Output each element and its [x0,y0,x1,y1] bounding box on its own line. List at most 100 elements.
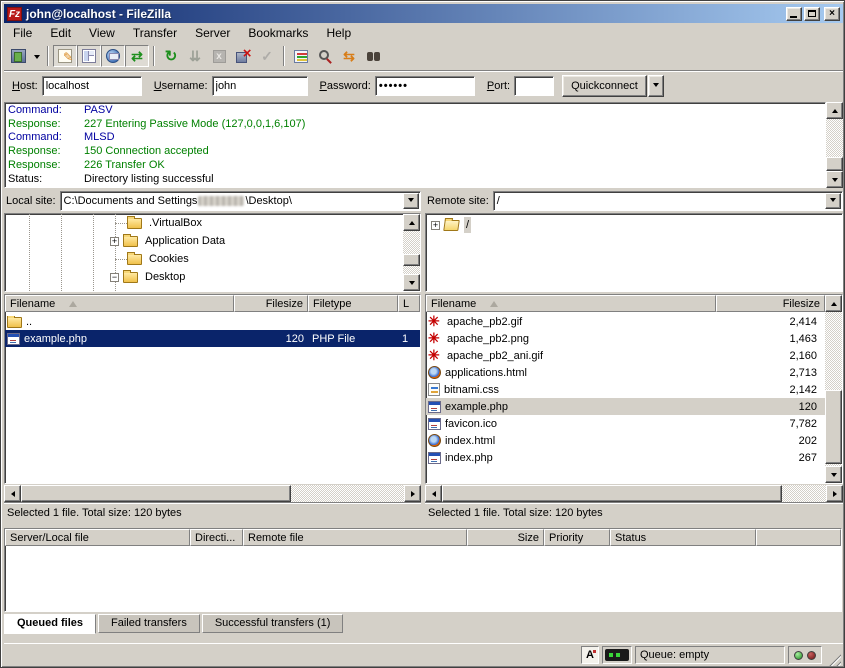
menu-view[interactable]: View [80,24,124,42]
tab-failed-transfers[interactable]: Failed transfers [98,614,200,633]
scroll-up-button[interactable] [826,102,843,119]
scroll-thumb[interactable] [21,485,291,502]
maximize-button[interactable] [804,7,820,21]
tree-item-desktop[interactable]: − Desktop [110,268,187,286]
scroll-down-button[interactable] [825,466,842,483]
resize-grip[interactable] [826,651,841,666]
disconnect-button[interactable] [231,45,255,67]
local-directory-tree[interactable]: .VirtualBox + Application Data Cookies −… [4,213,421,292]
toggle-remote-tree-button[interactable] [101,45,125,67]
menu-edit[interactable]: Edit [41,24,80,42]
tab-successful-transfers[interactable]: Successful transfers (1) [202,614,344,633]
site-manager-dropdown[interactable] [30,45,43,67]
site-manager-button[interactable] [6,45,30,67]
remote-directory-tree[interactable]: + / [425,213,843,292]
scroll-left-button[interactable] [425,485,442,502]
scroll-right-button[interactable] [404,485,421,502]
reconnect-button[interactable]: ✓ [255,45,279,67]
column-header-filesize[interactable]: Filesize [234,295,308,312]
file-row[interactable]: bitnami.css 2,142 [426,381,842,398]
column-header-direction[interactable]: Directi... [190,529,243,546]
scroll-thumb[interactable] [825,390,842,464]
menu-transfer[interactable]: Transfer [124,24,186,42]
column-header-filename[interactable]: Filename [426,295,716,312]
local-site-dropdown[interactable] [403,193,419,209]
column-header-priority[interactable]: Priority [544,529,610,546]
tree-item-cookies[interactable]: Cookies [127,250,191,268]
remote-list-scrollbar[interactable] [825,295,842,483]
remote-site-combo[interactable]: / [493,191,843,211]
scroll-down-button[interactable] [826,171,843,188]
local-site-combo[interactable]: C:\Documents and Settings\Desktop\ [60,191,421,211]
username-input[interactable] [212,76,308,96]
toggle-message-log-button[interactable] [53,45,77,67]
collapse-icon[interactable]: − [110,273,119,282]
transfer-queue[interactable]: Server/Local file Directi... Remote file… [4,528,842,612]
close-button[interactable]: × [824,7,840,21]
tree-item-virtualbox[interactable]: .VirtualBox [127,214,204,232]
password-input[interactable] [375,76,475,96]
file-row[interactable]: apache_pb2.png 1,463 [426,330,842,347]
column-header-filename[interactable]: Filename [5,295,234,312]
scroll-right-button[interactable] [826,485,843,502]
file-row-example-php[interactable]: example.php 120 PHP File 1 [5,330,420,347]
column-header-lastmodified[interactable]: L [398,295,420,312]
scroll-track[interactable] [403,231,420,274]
column-header-remote-file[interactable]: Remote file [243,529,467,546]
remote-file-list[interactable]: Filename Filesize apache_pb2.gif 2,414 a… [425,294,843,484]
filter-button[interactable] [289,45,313,67]
message-log: Command:PASV Response:227 Entering Passi… [4,102,826,188]
menu-bookmarks[interactable]: Bookmarks [239,24,317,42]
find-files-button[interactable] [361,45,385,67]
local-hscrollbar[interactable] [4,485,421,502]
scroll-down-button[interactable] [403,274,420,291]
column-header-status[interactable]: Status [610,529,756,546]
scroll-thumb[interactable] [403,254,420,266]
remote-hscrollbar[interactable] [425,485,843,502]
menu-server[interactable]: Server [186,24,239,42]
refresh-button[interactable]: ↻ [159,45,183,67]
tab-queued-files[interactable]: Queued files [4,614,96,634]
local-tree-scrollbar[interactable] [403,214,420,291]
quickconnect-button[interactable]: Quickconnect [562,75,647,97]
scroll-thumb[interactable] [442,485,782,502]
scroll-left-button[interactable] [4,485,21,502]
file-row[interactable]: index.php 267 [426,449,842,466]
tree-item-application-data[interactable]: + Application Data [110,232,227,250]
scroll-up-button[interactable] [825,295,842,312]
port-input[interactable] [514,76,554,96]
expand-icon[interactable]: + [110,237,119,246]
quickconnect-dropdown[interactable] [648,75,664,97]
toggle-local-tree-button[interactable] [77,45,101,67]
local-file-list[interactable]: Filename Filesize Filetype L .. example.… [4,294,421,484]
file-row[interactable]: favicon.ico 7,782 [426,415,842,432]
toggle-queue-button[interactable]: ⇄ [125,45,149,67]
file-row[interactable]: apache_pb2.gif 2,414 [426,313,842,330]
cancel-operation-button[interactable]: x [207,45,231,67]
tree-item-root[interactable]: + / [431,216,471,234]
column-header-filesize[interactable]: Filesize [716,295,825,312]
synchronized-browsing-button[interactable]: ⇆ [337,45,361,67]
log-scrollbar[interactable] [826,102,843,188]
column-header-server-local-file[interactable]: Server/Local file [5,529,190,546]
host-input[interactable] [42,76,142,96]
minimize-button[interactable] [786,7,802,21]
speed-limits-indicator[interactable] [602,646,632,664]
column-header-size[interactable]: Size [467,529,544,546]
process-queue-button[interactable]: ⇊ [183,45,207,67]
file-row[interactable]: apache_pb2_ani.gif 2,160 [426,347,842,364]
file-row-selected[interactable]: example.php 120 [426,398,842,415]
menu-file[interactable]: File [4,24,41,42]
directory-comparison-button[interactable] [313,45,337,67]
transfer-type-indicator[interactable]: A [581,646,599,664]
expand-icon[interactable]: + [431,221,440,230]
file-row[interactable]: index.html 202 [426,432,842,449]
title-bar[interactable]: Fz john@localhost - FileZilla × [4,4,843,23]
file-row[interactable]: applications.html 2,713 [426,364,842,381]
file-row-parent-dir[interactable]: .. [5,313,420,330]
scroll-up-button[interactable] [403,214,420,231]
scroll-thumb[interactable] [826,157,843,171]
remote-site-dropdown[interactable] [825,193,841,209]
column-header-filetype[interactable]: Filetype [308,295,398,312]
menu-help[interactable]: Help [317,24,360,42]
